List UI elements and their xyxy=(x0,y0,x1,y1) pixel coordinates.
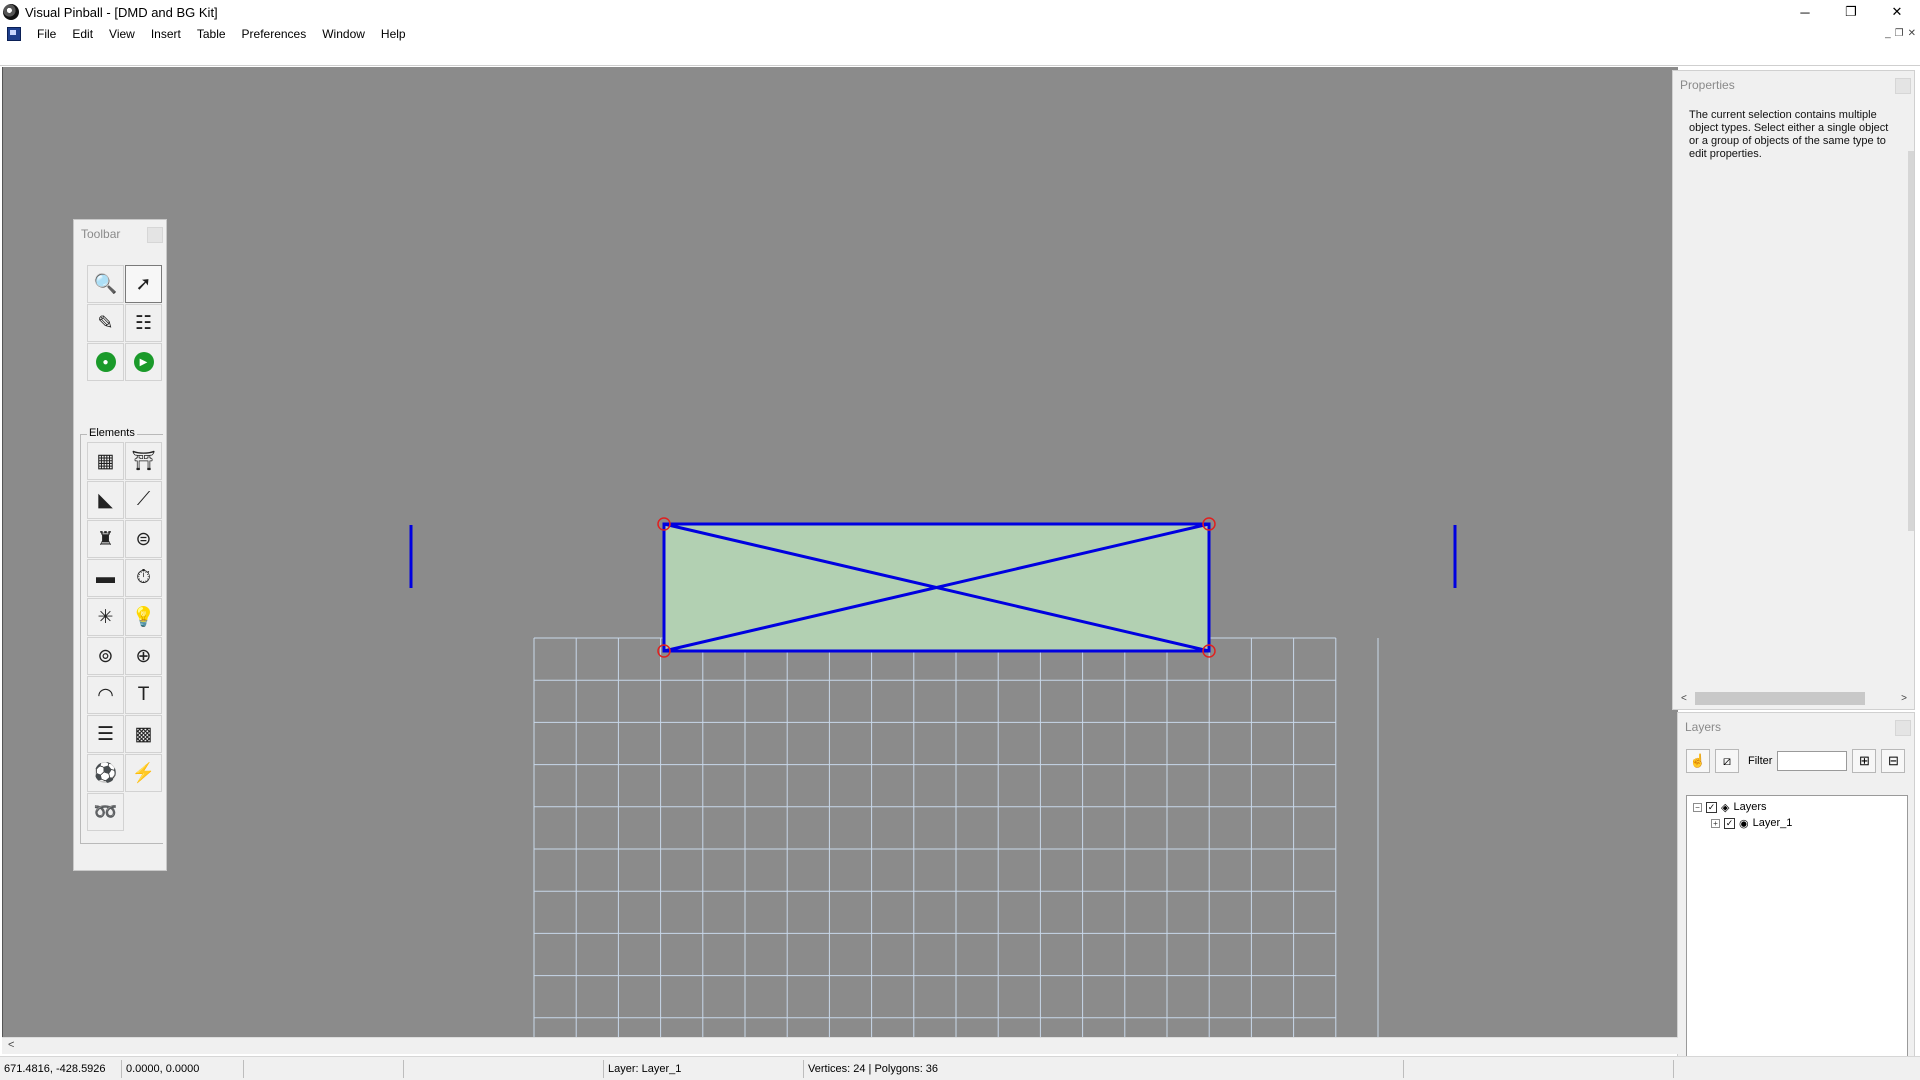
doc-minimize-button[interactable]: _ xyxy=(1885,24,1891,44)
table-grid xyxy=(533,637,1379,1037)
wall-icon[interactable]: ▦ xyxy=(87,442,124,480)
tree-label-layers[interactable]: Layers xyxy=(1733,801,1766,813)
layers-title: Layers xyxy=(1678,713,1914,741)
bumper-icon[interactable]: ⊜ xyxy=(125,520,162,558)
canvas-scroll-left-icon[interactable]: < xyxy=(8,1039,14,1051)
menu-edit[interactable]: Edit xyxy=(64,24,101,44)
backglass-icon[interactable]: ☷ xyxy=(125,304,162,342)
menu-help[interactable]: Help xyxy=(373,24,414,44)
layers-stack-icon: ◈ xyxy=(1721,801,1730,814)
toolbar-title: Toolbar xyxy=(74,220,166,248)
properties-title: Properties xyxy=(1673,71,1914,99)
play-icon[interactable]: ▶ xyxy=(125,343,162,381)
window-title: Visual Pinball - [DMD and BG Kit] xyxy=(25,4,218,20)
collapse-icon[interactable]: − xyxy=(1693,802,1702,812)
scroll-thumb[interactable] xyxy=(1695,692,1865,705)
layers-panel: Layers ☝ ⧄ Filter ⊞ ⊟ − ✓ ◈ Layers + ✓ ◉… xyxy=(1677,712,1915,1078)
primitive-icon[interactable]: ⚽ xyxy=(87,754,124,792)
remove-layer-icon[interactable]: ⊟ xyxy=(1881,749,1906,773)
status-offset: 0.0000, 0.0000 xyxy=(122,1060,244,1078)
status-empty-1 xyxy=(244,1060,404,1078)
options-icon[interactable]: ✎ xyxy=(87,304,124,342)
scroll-right-icon[interactable]: > xyxy=(1901,693,1907,704)
canvas-hscrollbar[interactable]: < xyxy=(2,1037,1678,1054)
doc-close-button[interactable]: ✕ xyxy=(1908,24,1916,44)
doc-restore-button[interactable]: ❐ xyxy=(1895,24,1904,44)
camera-icon[interactable]: ● xyxy=(87,343,124,381)
select-arrow-icon[interactable]: ➚ xyxy=(125,265,162,303)
status-empty-3 xyxy=(1404,1060,1674,1078)
title-bar: Visual Pinball - [DMD and BG Kit] ─ ❐ ✕ xyxy=(0,0,1920,24)
document-icon[interactable] xyxy=(7,27,21,41)
plunger-icon[interactable]: ♜ xyxy=(87,520,124,558)
element-tools: ▦ ⛩ ◣ ⟋ ♜ ⊜ ▬ ⏱ ✳ 💡 ⊚ ⊕ ◠ T ☰ ▩ ⚽ ⚡ ➿ xyxy=(87,442,163,832)
tree-row-layers[interactable]: − ✓ ◈ Layers xyxy=(1693,800,1767,814)
expand-icon[interactable]: + xyxy=(1711,818,1720,828)
window-controls: ─ ❐ ✕ xyxy=(1782,0,1920,24)
canvas-drawing[interactable] xyxy=(3,67,1678,1037)
flipper-icon[interactable]: ⟋ xyxy=(125,481,162,519)
menu-preferences[interactable]: Preferences xyxy=(234,24,315,44)
light-icon[interactable]: 💡 xyxy=(125,598,162,636)
menu-bar: File Edit View Insert Table Preferences … xyxy=(0,24,1920,44)
tree-label-layer-1[interactable]: Layer_1 xyxy=(1753,817,1793,829)
textbox-icon[interactable]: T xyxy=(125,676,162,714)
tree-row-layer-1[interactable]: + ✓ ◉ Layer_1 xyxy=(1711,816,1792,830)
tool-strip xyxy=(0,44,1920,66)
minimize-button[interactable]: ─ xyxy=(1782,0,1828,24)
menu-window[interactable]: Window xyxy=(314,24,373,44)
properties-message: The current selection contains multiple … xyxy=(1689,109,1889,160)
reel-icon[interactable]: ☰ xyxy=(87,715,124,753)
gate-icon[interactable]: ⛩ xyxy=(125,442,162,480)
status-empty-2 xyxy=(404,1060,604,1078)
properties-side-scrollbar[interactable] xyxy=(1908,151,1914,531)
layers-tree[interactable]: − ✓ ◈ Layers + ✓ ◉ Layer_1 xyxy=(1686,795,1908,1071)
status-layer: Layer: Layer_1 xyxy=(604,1060,804,1078)
magnify-icon[interactable]: 🔍 xyxy=(87,265,124,303)
layer-pin-icon: ◉ xyxy=(1739,817,1749,830)
target-icon[interactable]: ⊕ xyxy=(125,637,162,675)
properties-panel: Properties The current selection contain… xyxy=(1672,70,1915,710)
properties-hscrollbar[interactable]: < > xyxy=(1681,690,1907,707)
toolbar-panel: Toolbar 🔍 ➚ ✎ ☷ ● ▶ Elements ▦ ⛩ ◣ ⟋ ♜ ⊜ ▬ ⏱ ✳ 💡 ⊚… xyxy=(73,219,167,871)
scroll-left-icon[interactable]: < xyxy=(1681,693,1687,704)
toolbar-close-button[interactable] xyxy=(147,227,163,243)
rubber-icon[interactable]: ➿ xyxy=(87,793,124,831)
menu-table[interactable]: Table xyxy=(189,24,234,44)
menu-view[interactable]: View xyxy=(101,24,143,44)
table-editor-canvas[interactable]: Toolbar 🔍 ➚ ✎ ☷ ● ▶ Elements ▦ ⛩ ◣ ⟋ ♜ ⊜ ▬ ⏱ ✳ 💡 ⊚… xyxy=(2,67,1678,1037)
kicker-icon[interactable]: ⊚ xyxy=(87,637,124,675)
elements-label: Elements xyxy=(87,427,137,439)
decal-icon[interactable]: ◠ xyxy=(87,676,124,714)
status-cursor-coords: 671.4816, -428.5926 xyxy=(0,1060,122,1078)
restore-button[interactable]: ❐ xyxy=(1828,0,1874,24)
status-stats: Vertices: 24 | Polygons: 36 xyxy=(804,1060,1404,1078)
flasher-icon[interactable]: ⚡ xyxy=(125,754,162,792)
menu-insert[interactable]: Insert xyxy=(143,24,189,44)
filter-label: Filter xyxy=(1748,755,1773,767)
close-button[interactable]: ✕ xyxy=(1874,0,1920,24)
add-layer-icon[interactable]: ⊞ xyxy=(1852,749,1877,773)
trigger-icon[interactable]: ✳ xyxy=(87,598,124,636)
ramp-icon[interactable]: ◣ xyxy=(87,481,124,519)
status-bar: 671.4816, -428.5926 0.0000, 0.0000 Layer… xyxy=(0,1056,1920,1080)
lightseq-icon[interactable]: ▩ xyxy=(125,715,162,753)
main-tools: 🔍 ➚ ✎ ☷ ● ▶ xyxy=(87,265,163,382)
spinner-icon[interactable]: ▬ xyxy=(87,559,124,597)
filter-input[interactable] xyxy=(1777,751,1848,771)
layer-settings-icon[interactable]: ⧄ xyxy=(1715,749,1739,773)
timer-icon[interactable]: ⏱ xyxy=(125,559,162,597)
layers-checkbox[interactable]: ✓ xyxy=(1706,801,1717,813)
assign-layer-icon[interactable]: ☝ xyxy=(1686,749,1710,773)
layer-1-checkbox[interactable]: ✓ xyxy=(1724,817,1735,829)
layers-toolbar: ☝ ⧄ Filter ⊞ ⊟ xyxy=(1686,749,1906,773)
layers-close-button[interactable] xyxy=(1895,720,1911,736)
menu-file[interactable]: File xyxy=(29,24,64,44)
document-controls: _ ❐ ✕ xyxy=(1885,24,1916,44)
visual-pinball-icon xyxy=(3,4,19,20)
properties-close-button[interactable] xyxy=(1895,78,1911,94)
